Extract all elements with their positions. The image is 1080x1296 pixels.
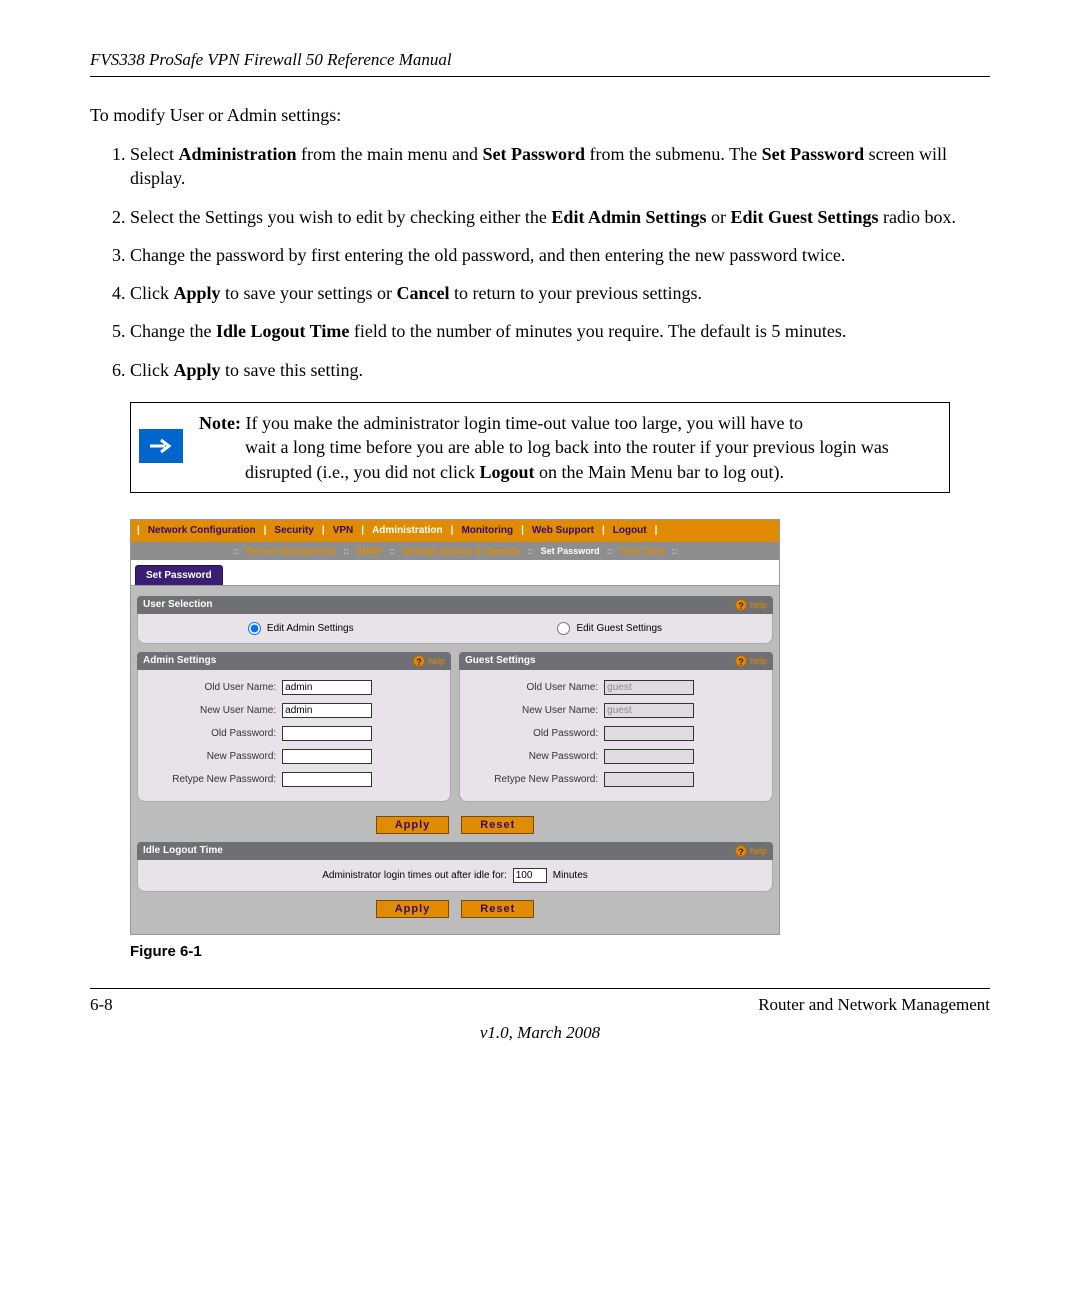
admin-settings-header: Admin Settings ?help bbox=[137, 652, 451, 670]
admin-retype-pw-label: Retype New Password: bbox=[146, 774, 282, 785]
menu-security[interactable]: Security bbox=[272, 525, 315, 536]
step-5: Change the Idle Logout Time field to the… bbox=[130, 319, 990, 343]
guest-retype-pw-input bbox=[604, 772, 694, 787]
idle-timeout-input[interactable] bbox=[513, 868, 547, 883]
step-1: Select Administration from the main menu… bbox=[130, 142, 990, 191]
note-text: Note: If you make the administrator logi… bbox=[195, 411, 937, 484]
doc-version: v1.0, March 2008 bbox=[90, 1023, 990, 1043]
reset-button-2[interactable]: Reset bbox=[461, 900, 534, 918]
guest-old-user-label: Old User Name: bbox=[468, 682, 604, 693]
help-link[interactable]: ?help bbox=[735, 845, 767, 857]
idle-text: Administrator login times out after idle… bbox=[322, 870, 507, 881]
header-rule bbox=[90, 76, 990, 77]
guest-new-pw-label: New Password: bbox=[468, 751, 604, 762]
guest-old-pw-label: Old Password: bbox=[468, 728, 604, 739]
submenu-remote-mgmt[interactable]: Remote Management bbox=[244, 546, 339, 556]
reset-button-1[interactable]: Reset bbox=[461, 816, 534, 834]
guest-old-pw-input bbox=[604, 726, 694, 741]
edit-admin-radio[interactable] bbox=[248, 622, 261, 635]
admin-old-pw-input[interactable] bbox=[282, 726, 372, 741]
admin-old-user-label: Old User Name: bbox=[146, 682, 282, 693]
menu-administration[interactable]: Administration bbox=[370, 525, 445, 536]
main-menu-bar: | Network Configuration| Security| VPN| … bbox=[131, 520, 779, 542]
guest-settings-header: Guest Settings ?help bbox=[459, 652, 773, 670]
submenu-backup-upgrade[interactable]: Settings Backup & Upgrade bbox=[400, 546, 523, 556]
step-4: Click Apply to save your settings or Can… bbox=[130, 281, 990, 305]
help-icon: ? bbox=[413, 655, 425, 667]
step-6: Click Apply to save this setting. bbox=[130, 358, 990, 382]
admin-retype-pw-input[interactable] bbox=[282, 772, 372, 787]
admin-new-pw-label: New Password: bbox=[146, 751, 282, 762]
help-link[interactable]: ?help bbox=[413, 655, 445, 667]
edit-guest-label: Edit Guest Settings bbox=[576, 623, 662, 634]
menu-monitoring[interactable]: Monitoring bbox=[459, 525, 515, 536]
submenu-set-password[interactable]: Set Password bbox=[539, 546, 602, 556]
arrow-right-icon bbox=[139, 429, 183, 463]
idle-unit: Minutes bbox=[553, 870, 588, 881]
edit-admin-label: Edit Admin Settings bbox=[267, 623, 354, 634]
step-3: Change the password by first entering th… bbox=[130, 243, 990, 267]
menu-web-support[interactable]: Web Support bbox=[530, 525, 596, 536]
help-icon: ? bbox=[735, 655, 747, 667]
guest-new-pw-input bbox=[604, 749, 694, 764]
help-icon: ? bbox=[735, 599, 747, 611]
intro-text: To modify User or Admin settings: bbox=[90, 105, 990, 126]
menu-network-config[interactable]: Network Configuration bbox=[146, 525, 258, 536]
help-link[interactable]: ?help bbox=[735, 655, 767, 667]
guest-new-user-label: New User Name: bbox=[468, 705, 604, 716]
router-ui-figure: | Network Configuration| Security| VPN| … bbox=[130, 519, 780, 935]
submenu-snmp[interactable]: SNMP bbox=[354, 546, 384, 556]
tab-set-password[interactable]: Set Password bbox=[135, 565, 223, 585]
footer-rule bbox=[90, 988, 990, 989]
idle-logout-header: Idle Logout Time ?help bbox=[137, 842, 773, 860]
admin-new-user-input[interactable] bbox=[282, 703, 372, 718]
guest-new-user-input bbox=[604, 703, 694, 718]
guest-retype-pw-label: Retype New Password: bbox=[468, 774, 604, 785]
apply-button-1[interactable]: Apply bbox=[376, 816, 450, 834]
admin-old-pw-label: Old Password: bbox=[146, 728, 282, 739]
sub-menu-bar: :: Remote Management:: SNMP:: Settings B… bbox=[131, 542, 779, 560]
steps-list: Select Administration from the main menu… bbox=[90, 142, 990, 382]
submenu-time-zone[interactable]: Time Zone bbox=[618, 546, 667, 556]
page-number: 6-8 bbox=[90, 995, 113, 1015]
help-icon: ? bbox=[735, 845, 747, 857]
guest-old-user-input bbox=[604, 680, 694, 695]
menu-vpn[interactable]: VPN bbox=[331, 525, 356, 536]
admin-new-user-label: New User Name: bbox=[146, 705, 282, 716]
note-box: Note: If you make the administrator logi… bbox=[130, 402, 950, 493]
admin-old-user-input[interactable] bbox=[282, 680, 372, 695]
menu-logout[interactable]: Logout bbox=[611, 525, 649, 536]
user-selection-header: User Selection ?help bbox=[137, 596, 773, 614]
doc-header-title: FVS338 ProSafe VPN Firewall 50 Reference… bbox=[90, 50, 990, 70]
apply-button-2[interactable]: Apply bbox=[376, 900, 450, 918]
section-name: Router and Network Management bbox=[758, 995, 990, 1015]
help-link[interactable]: ?help bbox=[735, 599, 767, 611]
figure-label: Figure 6-1 bbox=[130, 943, 990, 960]
tab-row: Set Password bbox=[131, 560, 779, 586]
edit-guest-radio[interactable] bbox=[557, 622, 570, 635]
step-2: Select the Settings you wish to edit by … bbox=[130, 205, 990, 229]
admin-new-pw-input[interactable] bbox=[282, 749, 372, 764]
